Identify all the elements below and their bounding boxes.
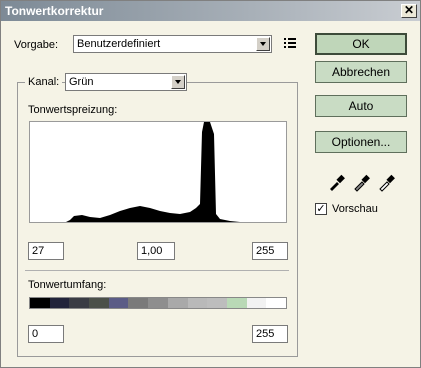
histogram bbox=[29, 121, 287, 223]
gradient-swatch bbox=[226, 298, 247, 308]
levels-dialog: Tonwertkorrektur ✕ Vorgabe: Benutzerdefi… bbox=[0, 0, 421, 368]
input-white-field[interactable]: 255 bbox=[252, 242, 288, 260]
white-eyedropper-icon[interactable] bbox=[377, 172, 397, 192]
chevron-down-icon[interactable] bbox=[256, 37, 270, 51]
auto-button[interactable]: Auto bbox=[315, 95, 407, 117]
close-button[interactable]: ✕ bbox=[401, 4, 417, 18]
input-gamma-field[interactable]: 1,00 bbox=[137, 242, 175, 260]
tonwertumfang-label: Tonwertumfang: bbox=[28, 279, 107, 291]
gradient-swatch bbox=[266, 298, 286, 308]
chevron-down-icon[interactable] bbox=[171, 75, 185, 89]
gray-eyedropper-icon[interactable] bbox=[352, 172, 372, 192]
kanal-select[interactable]: Grün bbox=[65, 73, 187, 91]
vorgabe-value: Benutzerdefiniert bbox=[77, 38, 161, 50]
window-title: Tonwertkorrektur bbox=[5, 4, 104, 18]
preset-options-icon[interactable] bbox=[284, 37, 298, 49]
separator bbox=[25, 270, 289, 271]
gradient-swatch bbox=[89, 298, 109, 308]
vorschau-label: Vorschau bbox=[332, 203, 378, 215]
gradient-swatch bbox=[108, 298, 129, 308]
gradient-swatch bbox=[246, 298, 267, 308]
histogram-graph bbox=[30, 122, 286, 222]
vorgabe-label: Vorgabe: bbox=[14, 39, 59, 51]
gradient-swatch bbox=[167, 298, 188, 308]
kanal-label: Kanal: bbox=[25, 76, 63, 88]
black-eyedropper-icon[interactable] bbox=[327, 172, 347, 192]
gradient-swatch bbox=[187, 298, 208, 308]
gradient-swatch bbox=[148, 298, 168, 308]
output-low-field[interactable]: 0 bbox=[28, 325, 64, 343]
optionen-button[interactable]: Optionen... bbox=[315, 131, 407, 153]
vorschau-checkbox[interactable]: ✓ bbox=[315, 203, 327, 215]
output-high-field[interactable]: 255 bbox=[252, 325, 288, 343]
gradient-swatch bbox=[49, 298, 70, 308]
abbrechen-button[interactable]: Abbrechen bbox=[315, 61, 407, 83]
tonwertspreizung-label: Tonwertspreizung: bbox=[28, 104, 118, 116]
gradient-swatch bbox=[128, 298, 149, 308]
title-bar[interactable]: Tonwertkorrektur ✕ bbox=[1, 1, 420, 21]
input-black-field[interactable]: 27 bbox=[28, 242, 64, 260]
kanal-value: Grün bbox=[69, 76, 94, 88]
gradient-swatch bbox=[30, 298, 50, 308]
output-gradient bbox=[29, 297, 287, 309]
gradient-swatch bbox=[69, 298, 90, 308]
gradient-swatch bbox=[207, 298, 227, 308]
vorgabe-select[interactable]: Benutzerdefiniert bbox=[73, 35, 272, 53]
ok-button[interactable]: OK bbox=[315, 33, 407, 55]
